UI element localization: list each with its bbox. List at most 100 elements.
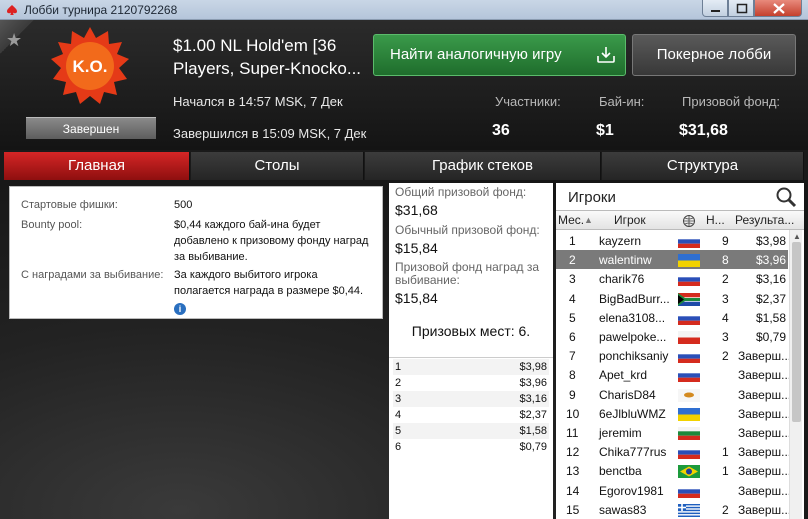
pokerstars-spade-icon: [7, 5, 17, 15]
player-place: 9: [569, 387, 576, 402]
player-row[interactable]: 1 kayzern 9 $3,98: [556, 231, 788, 250]
player-result: Заверш...: [738, 426, 792, 440]
payout-place: 4: [395, 409, 402, 421]
close-button[interactable]: [754, 0, 802, 17]
player-knockouts: 2: [722, 349, 729, 364]
player-knockouts: 3: [722, 291, 729, 306]
flag-ru-icon: [678, 484, 700, 498]
search-icon[interactable]: [772, 185, 800, 209]
player-row[interactable]: 9 CharisD84 Заверш...: [556, 385, 791, 404]
player-place: 10: [566, 406, 580, 421]
player-result: Заверш...: [738, 445, 792, 460]
player-row[interactable]: 15 sawas83 2 Заверш...: [556, 500, 791, 519]
players-panel: Игроки Мес. ▲ Игрок Н... Результа... 1 ka…: [556, 183, 804, 519]
player-name: BigBadBurr...: [599, 291, 670, 306]
payout-place: 1: [395, 361, 402, 373]
payout-row: 4 $2,37: [393, 407, 549, 423]
star-icon[interactable]: ★: [6, 30, 22, 51]
player-row[interactable]: 12 Chika777rus 1 Заверш...: [556, 442, 792, 461]
bounty-pool-value: $0,44 каждого бай-ина будет добавлено к …: [174, 219, 369, 263]
globe-icon[interactable]: [682, 214, 696, 228]
player-result: $0,79: [755, 330, 786, 344]
player-place: 6: [569, 330, 576, 344]
player-row[interactable]: 13 benctba 1 Заверш...: [556, 461, 792, 480]
player-result: Заверш...: [738, 464, 792, 479]
participants-label: Участники:: [495, 94, 561, 109]
player-row[interactable]: 4 BigBadBurr... 3 $2,37: [556, 289, 788, 308]
player-name: kayzern: [599, 234, 642, 248]
players-table-header: Мес. ▲ Игрок Н... Результа...: [556, 210, 804, 230]
player-result: Заверш...: [738, 483, 792, 498]
col-knockouts[interactable]: Н...: [706, 213, 725, 227]
knockout-logo: K.O.: [51, 27, 129, 104]
player-row[interactable]: 14 Egorov1981 Заверш...: [556, 481, 792, 500]
col-place[interactable]: Мес.: [558, 213, 584, 227]
player-name: jeremim: [599, 426, 642, 440]
col-player[interactable]: Игрок: [614, 213, 646, 227]
scroll-up-icon[interactable]: ▲: [793, 232, 801, 241]
player-row[interactable]: 3 charik76 2 $3,16: [556, 269, 788, 288]
window-title: Лобби турнира 2120792268: [24, 3, 178, 17]
player-row[interactable]: 2 walentinw 8 $3,96: [556, 250, 788, 270]
player-result: $1,58: [755, 310, 786, 325]
player-result: $3,96: [755, 253, 786, 268]
player-place: 8: [569, 368, 576, 383]
prize-panel: Общий призовой фонд: $31,68 Обычный приз…: [389, 183, 553, 519]
window-titlebar: Лобби турнира 2120792268: [0, 0, 808, 20]
player-row[interactable]: 5 elena3108... 4 $1,58: [556, 308, 788, 327]
player-name: sawas83: [599, 502, 647, 517]
player-row[interactable]: 8 Apet_krd Заверш...: [556, 365, 791, 384]
player-place: 1: [569, 234, 576, 248]
total-prize-value: $31,68: [395, 202, 438, 218]
maximize-button[interactable]: [728, 0, 754, 17]
flag-ru-icon: [678, 369, 700, 383]
player-place: 4: [569, 291, 576, 306]
player-knockouts: 2: [722, 502, 729, 517]
flag-cy-icon: [678, 388, 700, 402]
col-result[interactable]: Результа...: [735, 213, 794, 227]
payout-amount: $3,16: [519, 393, 547, 405]
flag-br-icon: [678, 465, 700, 479]
player-place: 7: [569, 349, 576, 364]
player-result: $2,37: [755, 291, 786, 306]
player-row[interactable]: 10 6eJlbluWMZ Заверш...: [556, 404, 791, 423]
player-knockouts: 3: [722, 330, 729, 344]
player-row[interactable]: 6 pawelpoke... 3 $0,79: [556, 327, 788, 346]
tab-stack-chart[interactable]: График стеков: [365, 152, 601, 180]
buyin-label: Бай-ин:: [599, 94, 645, 109]
payout-amount: $3,98: [519, 361, 547, 373]
starting-chips-value: 500: [174, 199, 193, 211]
poker-lobby-button[interactable]: Покерное лобби: [632, 34, 796, 76]
starting-chips-label: Стартовые фишки:: [21, 199, 118, 211]
prize-divider: [389, 357, 553, 358]
player-row[interactable]: 7 ponchiksaniy 2 Заверш...: [556, 346, 791, 365]
players-scrollbar[interactable]: ▲: [789, 230, 802, 519]
tab-tables[interactable]: Столы: [191, 152, 364, 180]
total-prize-label: Общий призовой фонд:: [395, 185, 527, 199]
payout-place: 2: [395, 377, 402, 389]
buyin-value: $1: [596, 122, 614, 139]
info-icon[interactable]: i: [174, 303, 186, 315]
scrollbar-thumb[interactable]: [792, 242, 801, 422]
end-time: Завершился в 15:09 MSK, 7 Дек: [173, 126, 367, 141]
player-place: 11: [566, 426, 579, 440]
payout-row: 3 $3,16: [393, 391, 549, 407]
minimize-icon: [711, 10, 720, 12]
player-place: 5: [569, 310, 576, 325]
player-row[interactable]: 11 jeremim Заверш...: [556, 423, 792, 442]
player-place: 14: [566, 483, 580, 498]
player-place: 12: [566, 445, 580, 460]
flag-ua-icon: [678, 407, 700, 421]
minimize-button[interactable]: [702, 0, 728, 17]
tab-main[interactable]: Главная: [4, 152, 190, 180]
player-name: elena3108...: [599, 310, 666, 325]
find-similar-game-button[interactable]: Найти аналогичную игру: [373, 34, 626, 76]
tournament-info-panel: Стартовые фишки: 500 Bounty pool: $0,44 …: [9, 186, 383, 319]
tab-structure[interactable]: Структура: [602, 152, 804, 180]
flag-bg-icon: [678, 427, 700, 440]
main-content: Стартовые фишки: 500 Bounty pool: $0,44 …: [0, 180, 808, 519]
flag-ru-icon: [678, 350, 700, 364]
player-name: pawelpoke...: [599, 330, 667, 344]
player-knockouts: 9: [722, 234, 729, 248]
flag-za-icon: [678, 292, 700, 306]
